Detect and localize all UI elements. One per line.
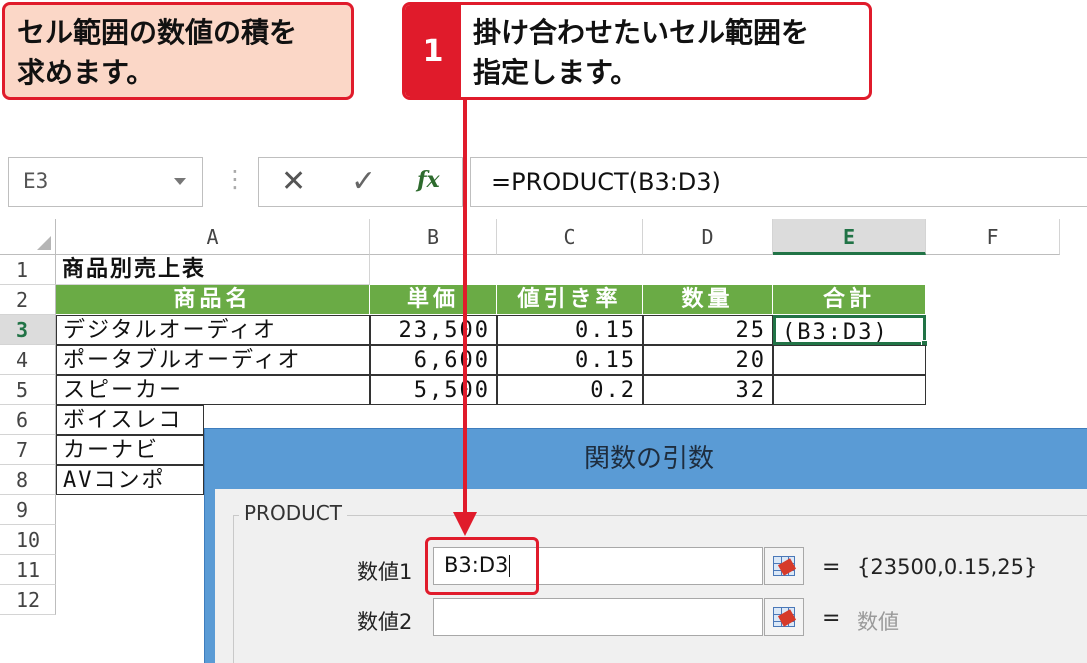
arg2-input[interactable] [433, 598, 763, 636]
column-header-b[interactable]: B [370, 219, 497, 255]
arg1-result: {23500,0.15,25} [857, 555, 1038, 579]
column-header-e[interactable]: E [773, 219, 926, 255]
total-cell[interactable] [773, 345, 926, 375]
purpose-callout-line2: 求めます。 [17, 56, 155, 89]
table-header-cell[interactable]: 商品名 [56, 285, 370, 315]
function-group-box [233, 515, 1087, 663]
row-header-12[interactable]: 12 [0, 585, 56, 615]
formula-buttons: ✕ ✓ fx [258, 157, 463, 207]
pointer-arrow-line [463, 100, 467, 520]
row-header-8[interactable]: 8 [0, 465, 56, 495]
dialog-title[interactable]: 関数の引数 [205, 429, 1087, 489]
row-header-10[interactable]: 10 [0, 525, 56, 555]
arg1-collapse-button[interactable] [764, 547, 804, 585]
name-box-value: E3 [23, 169, 49, 193]
row-header-3[interactable]: 3 [0, 315, 56, 345]
column-header-d[interactable]: D [643, 219, 773, 255]
select-all-corner[interactable] [0, 219, 56, 255]
active-cell-e3[interactable]: (B3:D3) [773, 315, 926, 345]
formula-bar: E3 ⋮ ✕ ✓ fx =PRODUCT(B3:D3) [0, 157, 1087, 215]
insert-function-icon[interactable]: fx [417, 167, 440, 193]
discount-cell[interactable]: 0.2 [497, 375, 643, 405]
total-cell[interactable] [773, 375, 926, 405]
arg2-result: 数値 [857, 610, 899, 634]
discount-cell[interactable]: 0.15 [497, 315, 643, 345]
column-header-c[interactable]: C [497, 219, 643, 255]
arg2-label: 数値2 [357, 610, 413, 634]
product-name-cell[interactable]: カーナビ [56, 435, 204, 465]
price-cell[interactable]: 6,600 [370, 345, 497, 375]
function-name-label: PRODUCT [239, 501, 347, 525]
row-header-4[interactable]: 4 [0, 345, 56, 375]
product-name-cell[interactable]: スピーカー [56, 375, 370, 405]
sheet-title-cell[interactable]: 商品別売上表 [56, 255, 370, 285]
table-header-cell[interactable]: 単価 [370, 285, 497, 315]
product-name-cell[interactable]: AVコンポ [56, 465, 204, 495]
cancel-icon[interactable]: ✕ [281, 164, 306, 199]
step-callout-text: 掛け合わせたいセル範囲を 指定します。 [473, 13, 863, 93]
discount-cell[interactable]: 0.15 [497, 345, 643, 375]
select-all-icon [37, 236, 51, 250]
price-cell[interactable]: 5,500 [370, 375, 497, 405]
arg2-collapse-button[interactable] [764, 598, 804, 636]
product-name-cell[interactable]: デジタルオーディオ [56, 315, 370, 345]
step-callout-line1: 掛け合わせたいセル範囲を [473, 16, 810, 49]
step-callout-line2: 指定します。 [473, 56, 639, 89]
row-header-6[interactable]: 6 [0, 405, 56, 435]
row-header-5[interactable]: 5 [0, 375, 56, 405]
row-header-1[interactable]: 1 [0, 255, 56, 285]
drag-handle-icon[interactable]: ⋮ [223, 165, 247, 193]
arg1-highlight-box [425, 537, 539, 595]
column-header-f[interactable]: F [926, 219, 1060, 255]
product-name-cell[interactable]: ボイスレコ [56, 405, 204, 435]
chevron-down-icon[interactable] [174, 178, 186, 185]
quantity-cell[interactable]: 32 [643, 375, 773, 405]
quantity-cell[interactable]: 25 [643, 315, 773, 345]
price-cell[interactable]: 23,500 [370, 315, 497, 345]
column-header-a[interactable]: A [56, 219, 370, 255]
quantity-cell[interactable]: 20 [643, 345, 773, 375]
table-header-cell[interactable]: 合計 [773, 285, 926, 315]
row-header-7[interactable]: 7 [0, 435, 56, 465]
row-header-11[interactable]: 11 [0, 555, 56, 585]
formula-input[interactable]: =PRODUCT(B3:D3) [470, 157, 1087, 207]
arg2-equals: = [822, 606, 841, 631]
pointer-arrow-head [453, 512, 477, 536]
name-box[interactable]: E3 [8, 157, 203, 207]
purpose-callout: セル範囲の数値の積を 求めます。 [2, 2, 354, 100]
step-callout: 1 掛け合わせたいセル範囲を 指定します。 [402, 2, 872, 100]
arg1-equals: = [822, 555, 841, 580]
enter-icon[interactable]: ✓ [351, 164, 376, 199]
row-header-9[interactable]: 9 [0, 495, 56, 525]
table-header-cell[interactable]: 値引き率 [497, 285, 643, 315]
product-name-cell[interactable]: ポータブルオーディオ [56, 345, 370, 375]
arg1-label: 数値1 [357, 560, 413, 584]
step-number-badge: 1 [405, 5, 461, 97]
table-header-cell[interactable]: 数量 [643, 285, 773, 315]
row-header-2[interactable]: 2 [0, 285, 56, 315]
purpose-callout-line1: セル範囲の数値の積を [17, 16, 298, 49]
